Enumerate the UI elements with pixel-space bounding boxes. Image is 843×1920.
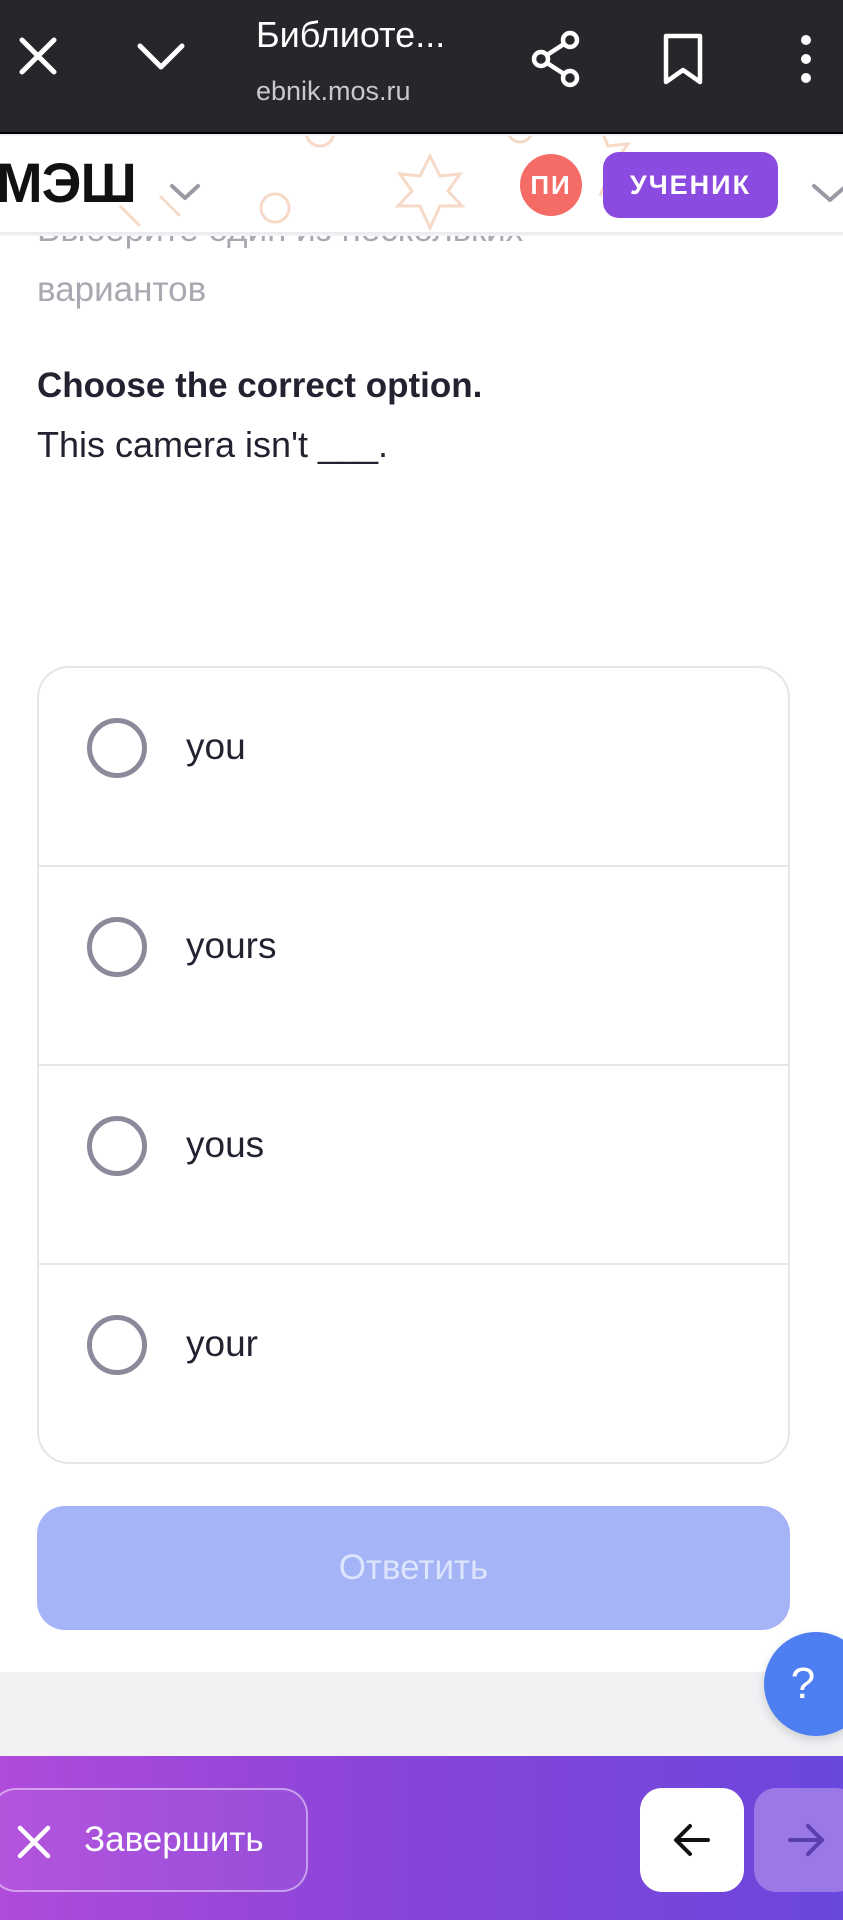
task-instruction: Выберите один из нескольких вариантов: [37, 236, 797, 320]
mesh-logo[interactable]: МЭШ: [0, 150, 137, 215]
option-label: your: [186, 1323, 258, 1364]
radio-button[interactable]: [87, 917, 147, 977]
finish-button[interactable]: Завершить: [0, 1788, 308, 1892]
option-label: yours: [186, 925, 277, 966]
option-you[interactable]: you: [39, 668, 788, 867]
page-title[interactable]: Библиоте...: [256, 14, 466, 56]
submit-answer-button[interactable]: Ответить: [37, 1506, 790, 1630]
bookmark-icon[interactable]: [660, 32, 706, 86]
next-question-button[interactable]: [754, 1788, 843, 1892]
arrow-left-icon: [674, 1824, 710, 1856]
question-text: This camera isn't ___.: [37, 424, 389, 465]
option-label: you: [186, 726, 246, 767]
task-card: Выберите один из нескольких вариантов Ch…: [0, 236, 843, 1672]
role-badge[interactable]: УЧЕНИК: [603, 152, 778, 218]
browser-toolbar: Библиоте... ebnik.mos.ru: [0, 0, 843, 134]
share-icon[interactable]: [530, 30, 582, 88]
finish-label: Завершить: [84, 1820, 264, 1859]
chevron-down-icon[interactable]: [168, 180, 202, 204]
option-yous[interactable]: yous: [39, 1066, 788, 1265]
option-label: yous: [186, 1124, 265, 1165]
chevron-down-icon[interactable]: [134, 36, 188, 76]
previous-question-button[interactable]: [640, 1788, 744, 1892]
radio-button[interactable]: [87, 718, 147, 778]
radio-button[interactable]: [87, 1315, 147, 1375]
instruction-line-2: вариантов: [37, 270, 207, 309]
arrow-right-icon: [788, 1824, 824, 1856]
question-title: Choose the correct option.: [37, 366, 483, 405]
chevron-down-icon[interactable]: [810, 180, 843, 204]
close-icon[interactable]: [14, 32, 62, 80]
radio-button[interactable]: [87, 1116, 147, 1176]
more-vertical-icon[interactable]: [798, 34, 814, 84]
close-icon: [17, 1825, 51, 1859]
answer-options: you yours yous your: [37, 666, 790, 1464]
site-header: МЭШ ПИ УЧЕНИК: [0, 136, 843, 234]
instruction-line-1: Выберите один из нескольких: [37, 236, 797, 260]
avatar[interactable]: ПИ: [520, 154, 582, 216]
page-url[interactable]: ebnik.mos.ru: [256, 76, 411, 107]
bottom-navigation-bar: Завершить: [0, 1756, 843, 1920]
option-your[interactable]: your: [39, 1265, 788, 1462]
option-yours[interactable]: yours: [39, 867, 788, 1066]
